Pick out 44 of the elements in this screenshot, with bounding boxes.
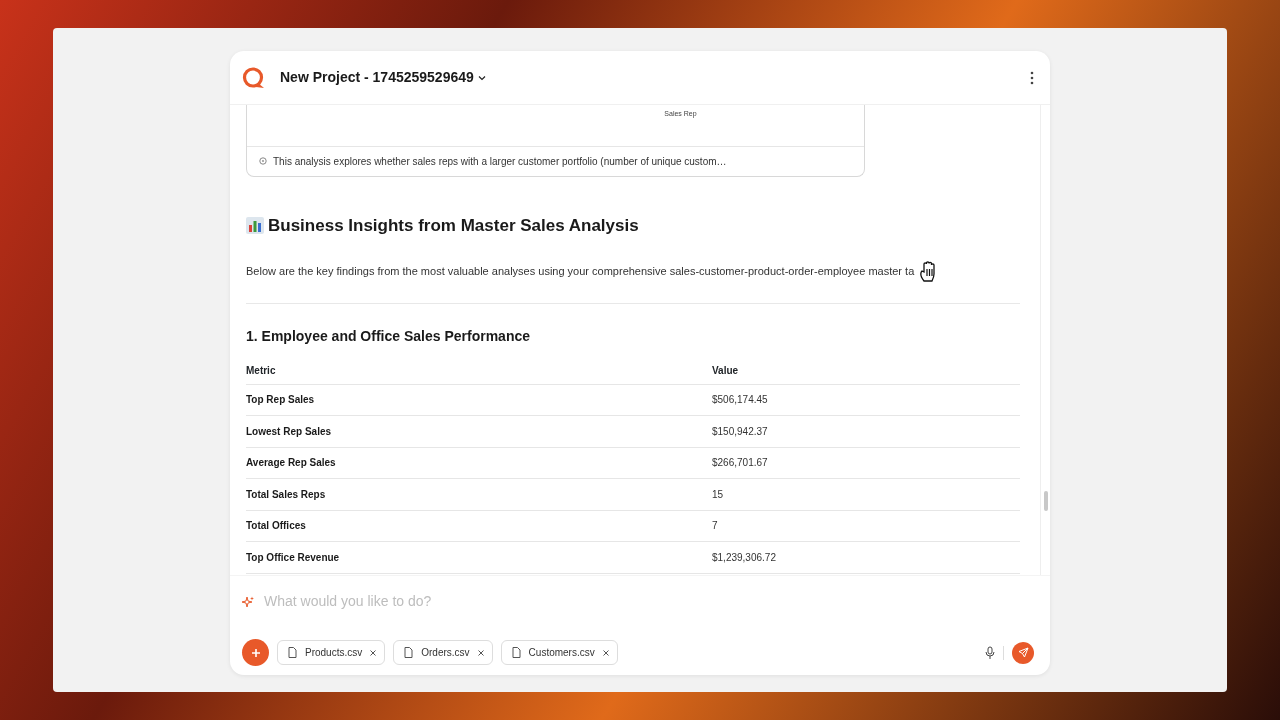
file-name: Customers.csv bbox=[528, 646, 595, 660]
send-button[interactable] bbox=[1012, 641, 1034, 664]
intro-paragraph: Below are the key findings from the most valuable analyses using your comprehensive sales-customer-product-order-employee master ta bbox=[246, 263, 915, 279]
project-title[interactable]: New Project - 1745259529649 bbox=[280, 67, 474, 88]
file-chip[interactable]: Orders.csv bbox=[393, 640, 493, 665]
metric-cell: Top Rep Sales bbox=[246, 394, 315, 406]
value-cell: $506,174.45 bbox=[712, 394, 768, 406]
value-cell: $150,942.37 bbox=[712, 425, 768, 437]
close-icon[interactable] bbox=[370, 649, 377, 656]
metric-cell: Lowest Rep Sales bbox=[246, 425, 332, 437]
file-chip[interactable]: Products.csv bbox=[277, 640, 386, 665]
metric-cell: Total Offices bbox=[246, 520, 306, 532]
metric-cell: Top Office Revenue bbox=[246, 551, 340, 563]
value-cell: $266,701.67 bbox=[712, 457, 768, 469]
logo-icon bbox=[242, 66, 266, 89]
prompt-input[interactable]: What would you like to do? bbox=[262, 590, 1034, 613]
value-cell: 15 bbox=[712, 488, 724, 500]
close-icon[interactable] bbox=[602, 649, 609, 656]
microphone-icon[interactable] bbox=[985, 645, 995, 660]
file-icon bbox=[288, 647, 297, 658]
scrollbar-thumb[interactable] bbox=[1043, 491, 1048, 511]
plus-icon bbox=[250, 647, 261, 658]
chevron-icon[interactable] bbox=[477, 74, 486, 81]
metric-cell: Average Rep Sales bbox=[246, 457, 336, 469]
add-button[interactable] bbox=[242, 639, 269, 666]
close-icon[interactable] bbox=[477, 649, 484, 656]
file-icon bbox=[511, 647, 521, 658]
metric-cell: Total Sales Reps bbox=[246, 488, 326, 500]
send-icon bbox=[1017, 647, 1029, 658]
section-heading: Business Insights from Master Sales Analysis bbox=[268, 214, 639, 237]
subsection-heading: 1. Employee and Office Sales Performance bbox=[246, 327, 531, 346]
value-cell: 7 bbox=[712, 520, 718, 532]
sparkle-icon bbox=[242, 595, 254, 608]
column-header: Metric bbox=[246, 364, 276, 376]
more-icon[interactable] bbox=[1030, 70, 1034, 85]
column-header: Value bbox=[712, 364, 739, 376]
file-icon bbox=[404, 647, 414, 658]
file-name: Orders.csv bbox=[421, 646, 470, 660]
info-icon bbox=[259, 157, 267, 165]
file-name: Products.csv bbox=[305, 646, 363, 660]
bar-chart-icon bbox=[246, 216, 264, 234]
chart-caption: This analysis explores whether sales reps with a larger customer portfolio (number of unique custom… bbox=[273, 154, 727, 169]
value-cell: $1,239,306.72 bbox=[712, 551, 776, 563]
file-chip[interactable]: Customers.csv bbox=[500, 640, 618, 665]
